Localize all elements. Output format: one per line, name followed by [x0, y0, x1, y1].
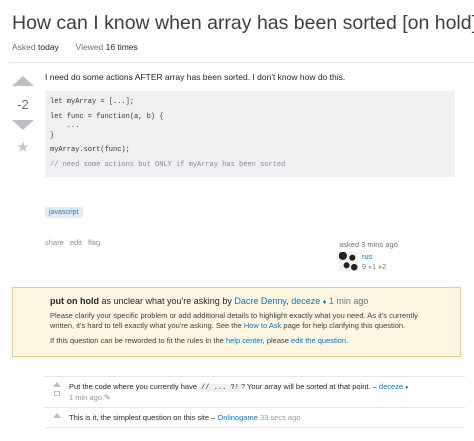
question-meta: Asked today Viewed 16 times	[12, 42, 138, 52]
silver-badge-count: 1	[372, 264, 376, 271]
comment-time: 1 min ago	[69, 393, 102, 402]
comment-author-link[interactable]: Onlinogame	[217, 413, 257, 422]
code-line: let myArray = [...];	[50, 98, 135, 106]
closer-link[interactable]: deceze	[291, 296, 320, 306]
comment-author-link[interactable]: deceze	[379, 382, 403, 391]
post-body: I need do some actions AFTER array has b…	[45, 72, 465, 177]
favorite-star-icon[interactable]: ★	[10, 138, 36, 156]
owner-name-link[interactable]: rus	[362, 252, 386, 261]
downvote-arrow-icon[interactable]	[12, 120, 34, 130]
on-hold-notice: put on hold as unclear what you're askin…	[12, 287, 461, 357]
code-line: let func = function(a, b) {	[50, 112, 164, 121]
code-line: myArray.sort(func);	[50, 146, 130, 154]
pencil-icon: ✎	[104, 393, 111, 402]
question-title[interactable]: How can I know when array has been sorte…	[12, 12, 474, 35]
owner-card: asked 3 mins ago rus 9 ●1 ●2	[339, 240, 459, 271]
asked-value: today	[38, 42, 59, 52]
notice-header: put on hold as unclear what you're askin…	[50, 296, 369, 306]
how-to-ask-link[interactable]: How to Ask	[244, 321, 282, 330]
post-text: I need do some actions AFTER array has b…	[45, 72, 346, 82]
bronze-badge-count: 2	[382, 264, 387, 271]
help-center-link[interactable]: help center	[226, 336, 263, 345]
viewed-label: Viewed	[75, 42, 104, 52]
notice-status: put on hold	[50, 296, 99, 306]
vote-count: -2	[17, 97, 29, 112]
reputation-score: 9	[362, 264, 366, 271]
notice-reason: as unclear what you're asking	[101, 296, 220, 306]
comments-list: Put the code where you currently have //…	[45, 376, 465, 428]
owner-asked-time: asked 3 mins ago	[339, 240, 398, 249]
upvote-arrow-icon[interactable]	[12, 76, 34, 86]
edit-link[interactable]: edit	[70, 238, 82, 247]
edit-question-link[interactable]: edit the question	[291, 336, 346, 345]
notice-time: 1 min ago	[328, 296, 369, 306]
code-comment-line: // need some actions but ONLY if myArray…	[50, 160, 286, 169]
post-menu: share edit flag	[45, 238, 104, 247]
avatar[interactable]	[339, 252, 358, 271]
vote-cell: -2 ★	[10, 76, 36, 156]
viewed-value: 16 times	[105, 42, 138, 52]
notice-by: by	[222, 296, 232, 306]
comment-upvote-icon[interactable]	[53, 413, 61, 418]
tag-javascript[interactable]: javascript	[45, 207, 83, 218]
asked-label: Asked	[12, 42, 36, 52]
code-block: let myArray = [...]; let func = function…	[45, 91, 455, 177]
notice-body: Please clarify your specific problem or …	[50, 311, 418, 345]
comment-time: 33 secs ago	[259, 413, 301, 422]
share-link[interactable]: share	[45, 238, 64, 247]
comment-upvote-icon[interactable]	[53, 382, 61, 387]
flag-link[interactable]: flag	[88, 238, 100, 247]
inline-code: // ... ?!	[199, 384, 241, 392]
closer-link[interactable]: Dacre Denny	[234, 296, 286, 306]
comment: Put the code where you currently have //…	[45, 377, 465, 408]
moderator-diamond-icon: ♦	[322, 299, 327, 306]
moderator-diamond-icon: ♦	[405, 385, 409, 391]
code-line: }	[50, 131, 55, 140]
owner-reputation: 9 ●1 ●2	[362, 264, 386, 271]
comment: This is it, the simplest question on thi…	[45, 408, 465, 428]
comment-flag-icon[interactable]	[54, 391, 60, 396]
code-line: ...	[50, 122, 80, 130]
title-divider	[10, 62, 474, 63]
